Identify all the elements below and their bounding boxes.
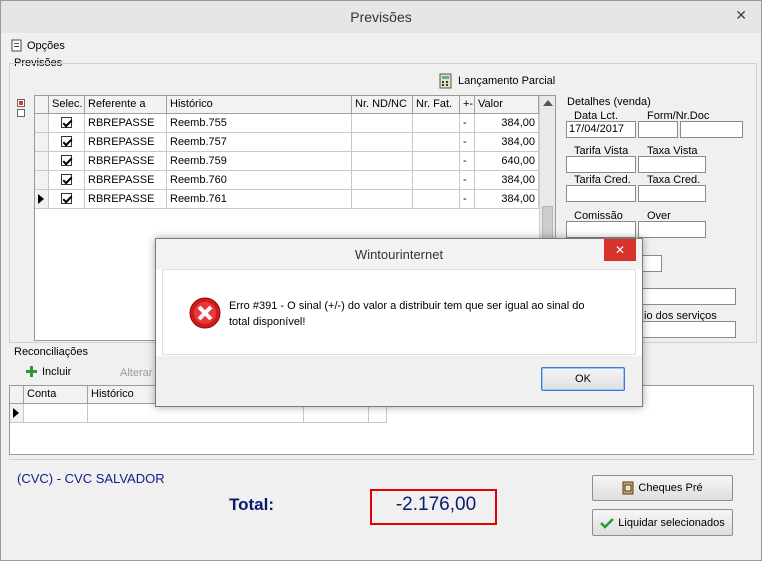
row-checkbox[interactable] bbox=[61, 117, 72, 128]
reconciliacoes-group-label: Reconciliações bbox=[14, 346, 88, 358]
form-field[interactable] bbox=[638, 121, 678, 138]
taxa-vista-field[interactable] bbox=[638, 156, 706, 173]
footer-divider bbox=[9, 459, 755, 460]
row-pointer-icon bbox=[13, 408, 19, 418]
liquidar-button[interactable]: Liquidar selecionados bbox=[592, 509, 733, 536]
row-checkbox[interactable] bbox=[61, 155, 72, 166]
add-button[interactable]: Incluir bbox=[25, 365, 71, 378]
document-icon bbox=[11, 39, 22, 52]
col-sign[interactable]: +- bbox=[460, 96, 475, 114]
row-checkbox[interactable] bbox=[61, 136, 72, 147]
col-historico[interactable]: Histórico bbox=[167, 96, 352, 114]
nr-doc-field[interactable] bbox=[680, 121, 743, 138]
title-bar: Previsões ✕ bbox=[1, 1, 761, 33]
client-name: (CVC) - CVC SALVADOR bbox=[17, 471, 165, 486]
servicos-field[interactable] bbox=[641, 321, 736, 338]
col-valor[interactable]: Valor bbox=[475, 96, 539, 114]
previsoes-window: Previsões ✕ Opções Previsões Lançamento … bbox=[0, 0, 762, 561]
col-referente[interactable]: Referente a bbox=[85, 96, 167, 114]
edit-button[interactable]: Alterar bbox=[120, 367, 152, 379]
col-nrnd[interactable]: Nr. ND/NC bbox=[352, 96, 413, 114]
cheque-book-icon bbox=[622, 481, 634, 495]
row-checkbox[interactable] bbox=[61, 193, 72, 204]
dialog-close-icon[interactable]: ✕ bbox=[604, 239, 636, 261]
select-all-icon[interactable] bbox=[17, 99, 25, 107]
detalhes-group-label: Detalhes (venda) bbox=[567, 96, 651, 108]
scroll-up-icon[interactable] bbox=[543, 100, 553, 106]
partial-launch-button[interactable]: Lançamento Parcial bbox=[438, 73, 555, 89]
comissao-field[interactable] bbox=[566, 221, 636, 238]
partial-launch-label: Lançamento Parcial bbox=[458, 75, 556, 87]
window-title: Previsões bbox=[350, 9, 412, 25]
taxa-cred-field[interactable] bbox=[638, 185, 706, 202]
total-value: -2.176,00 bbox=[395, 494, 477, 515]
plus-icon bbox=[26, 366, 37, 377]
over-field[interactable] bbox=[638, 221, 706, 238]
dialog-title: Wintourinternet bbox=[354, 247, 444, 262]
dialog-body: Erro #391 - O sinal (+/-) do valor a dis… bbox=[162, 269, 636, 355]
dialog-message: Erro #391 - O sinal (+/-) do valor a dis… bbox=[229, 300, 585, 328]
dialog-title-bar: Wintourinternet ✕ bbox=[156, 239, 642, 269]
total-label: Total: bbox=[229, 495, 275, 514]
checkmark-icon bbox=[600, 517, 615, 529]
options-label: Opções bbox=[27, 39, 65, 52]
ok-button[interactable]: OK bbox=[541, 367, 625, 391]
data-lct-field[interactable]: 17/04/2017 bbox=[566, 121, 636, 138]
tarifa-vista-field[interactable] bbox=[566, 156, 636, 173]
cheques-button[interactable]: Cheques Pré bbox=[592, 475, 733, 501]
row-checkbox[interactable] bbox=[61, 174, 72, 185]
calculator-icon bbox=[439, 73, 452, 89]
tarifa-cred-field[interactable] bbox=[566, 185, 636, 202]
error-icon bbox=[189, 297, 221, 329]
error-dialog: Wintourinternet ✕ Erro #391 - O sinal (+… bbox=[155, 238, 643, 407]
detail-small-field[interactable] bbox=[641, 255, 662, 272]
close-icon[interactable]: ✕ bbox=[735, 7, 747, 24]
col-conta[interactable]: Conta bbox=[24, 386, 88, 404]
col-nrfat[interactable]: Nr. Fat. bbox=[413, 96, 460, 114]
row-pointer-icon bbox=[38, 194, 44, 204]
col-selec[interactable]: Selec. bbox=[49, 96, 85, 114]
dialog-footer: OK bbox=[156, 356, 642, 406]
select-none-icon[interactable] bbox=[17, 109, 25, 117]
detail-field-1[interactable] bbox=[641, 288, 736, 305]
options-menu[interactable]: Opções bbox=[11, 39, 65, 52]
